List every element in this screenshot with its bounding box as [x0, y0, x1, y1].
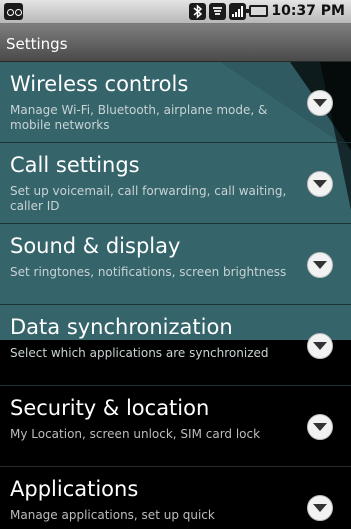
battery-icon: [246, 5, 268, 17]
item-title: Wireless controls: [10, 72, 189, 96]
item-summary: Select which applications are synchroniz…: [10, 346, 269, 360]
status-time: 10:37 PM: [271, 3, 345, 19]
settings-item-applications[interactable]: Applications Manage applications, set up…: [0, 467, 351, 529]
item-title: Security & location: [10, 396, 210, 420]
item-summary: My Location, screen unlock, SIM card loc…: [10, 427, 261, 441]
settings-list: Wireless controls Manage Wi-Fi, Bluetoot…: [0, 62, 351, 529]
chevron-down-icon[interactable]: [307, 333, 333, 359]
item-summary: Set ringtones, notifications, screen bri…: [10, 265, 287, 279]
item-title: Call settings: [10, 153, 140, 177]
chevron-down-icon[interactable]: [307, 252, 333, 278]
status-bar: 10:37 PM: [0, 0, 351, 24]
item-summary: Manage Wi-Fi, Bluetooth, airplane mode, …: [10, 103, 268, 132]
notification-icon: [4, 3, 23, 20]
item-summary: Manage applications, set up quick: [10, 508, 215, 522]
item-summary: Set up voicemail, call forwarding, call …: [10, 184, 287, 213]
item-title: Sound & display: [10, 234, 181, 258]
wifi-icon: [209, 3, 226, 20]
chevron-down-icon[interactable]: [307, 495, 333, 521]
item-title: Data synchronization: [10, 315, 233, 339]
settings-item-data-synchronization[interactable]: Data synchronization Select which applic…: [0, 305, 351, 386]
chevron-down-icon[interactable]: [307, 171, 333, 197]
chevron-down-icon[interactable]: [307, 90, 333, 116]
title-bar: Settings: [0, 24, 351, 62]
settings-item-call-settings[interactable]: Call settings Set up voicemail, call for…: [0, 143, 351, 224]
item-title: Applications: [10, 477, 139, 501]
settings-item-security-location[interactable]: Security & location My Location, screen …: [0, 386, 351, 467]
settings-item-wireless-controls[interactable]: Wireless controls Manage Wi-Fi, Bluetoot…: [0, 62, 351, 143]
settings-item-sound-display[interactable]: Sound & display Set ringtones, notificat…: [0, 224, 351, 305]
chevron-down-icon[interactable]: [307, 414, 333, 440]
signal-icon: [229, 3, 246, 20]
bluetooth-icon: [189, 3, 206, 20]
page-title: Settings: [6, 35, 68, 53]
